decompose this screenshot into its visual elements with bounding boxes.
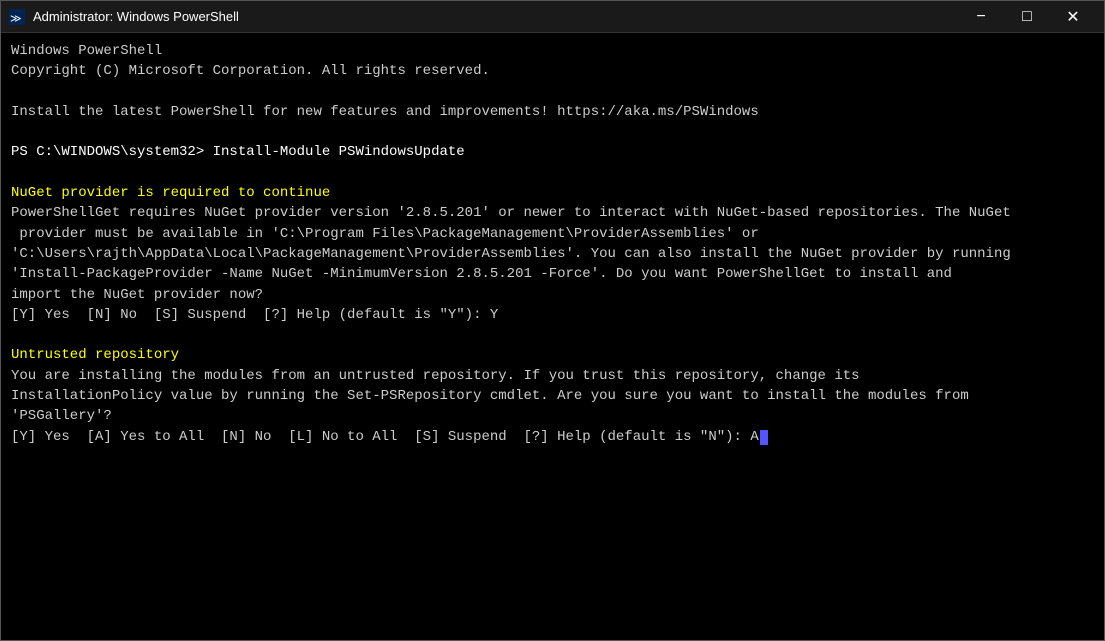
line-17: You are installing the modules from an u… xyxy=(11,368,860,384)
title-bar: ≫ Administrator: Windows PowerShell − □ … xyxy=(1,1,1104,33)
window-title: Administrator: Windows PowerShell xyxy=(33,9,950,24)
line-9: PowerShellGet requires NuGet provider ve… xyxy=(11,205,1011,221)
line-20: [Y] Yes [A] Yes to All [N] No [L] No to … xyxy=(11,429,759,445)
line-12: 'Install-PackageProvider -Name NuGet -Mi… xyxy=(11,266,952,282)
line-19: 'PSGallery'? xyxy=(11,408,112,424)
line-8: NuGet provider is required to continue xyxy=(11,185,330,201)
svg-text:≫: ≫ xyxy=(10,13,22,25)
console-output[interactable]: Windows PowerShell Copyright (C) Microso… xyxy=(1,33,1104,640)
line-4: Install the latest PowerShell for new fe… xyxy=(11,104,759,120)
cursor-blink xyxy=(760,430,768,445)
minimize-button[interactable]: − xyxy=(958,1,1004,33)
line-13: import the NuGet provider now? xyxy=(11,287,263,303)
line-18: InstallationPolicy value by running the … xyxy=(11,388,969,404)
maximize-button[interactable]: □ xyxy=(1004,1,1050,33)
line-14: [Y] Yes [N] No [S] Suspend [?] Help (def… xyxy=(11,307,498,323)
close-button[interactable]: ✕ xyxy=(1050,1,1096,33)
powershell-window: ≫ Administrator: Windows PowerShell − □ … xyxy=(0,0,1105,641)
line-16: Untrusted repository xyxy=(11,347,179,363)
line-2: Copyright (C) Microsoft Corporation. All… xyxy=(11,63,490,79)
window-controls: − □ ✕ xyxy=(958,1,1096,33)
line-11: 'C:\Users\rajth\AppData\Local\PackageMan… xyxy=(11,246,1011,262)
powershell-icon: ≫ xyxy=(9,9,25,25)
line-6: PS C:\WINDOWS\system32> Install-Module P… xyxy=(11,144,465,160)
console-text: Windows PowerShell Copyright (C) Microso… xyxy=(11,41,1094,447)
line-10: provider must be available in 'C:\Progra… xyxy=(11,226,759,242)
line-1: Windows PowerShell xyxy=(11,43,162,59)
